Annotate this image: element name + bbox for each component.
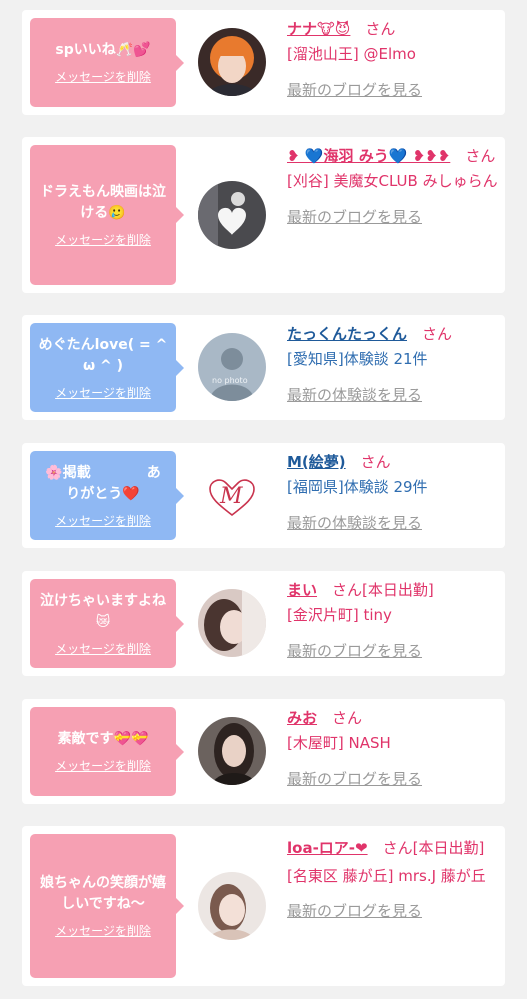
- message-card: 泣けちゃいますよね😿 メッセージを削除 まい さん[本日出勤] [金沢片町] t…: [22, 571, 505, 676]
- message-text: 素敵です💝💝: [57, 731, 149, 747]
- svg-text:M: M: [219, 484, 243, 509]
- avatar[interactable]: [198, 872, 266, 940]
- message-card: ドラえもん映画は泣ける🥲 メッセージを削除 ❥ 💙海羽 みう💙 ❥❥❥ さん […: [22, 137, 505, 293]
- message-text: ドラえもん映画は泣ける🥲: [40, 184, 166, 221]
- message-bubble: めぐたんlove( = ^ ω ^ ) メッセージを削除: [30, 323, 184, 412]
- shop-info: [木屋町] NASH: [287, 734, 391, 752]
- girl-info: まい さん[本日出勤] [金沢片町] tiny 最新のブログを見る: [287, 578, 499, 664]
- girl-name-link[interactable]: みお: [287, 709, 317, 727]
- latest-blog-link[interactable]: 最新のブログを見る: [287, 639, 499, 664]
- message-card: spいいね🥂💕 メッセージを削除 ナナ🐮😈 さん [溜池山王] @Elmo 最新…: [22, 10, 505, 115]
- reviewer-name-link[interactable]: M(絵夢): [287, 453, 346, 471]
- name-suffix: さん: [360, 453, 391, 471]
- delete-message-link[interactable]: メッセージを削除: [55, 386, 151, 401]
- girl-info: ナナ🐮😈 さん [溜池山王] @Elmo 最新のブログを見る: [287, 17, 499, 103]
- delete-message-link[interactable]: メッセージを削除: [55, 233, 151, 248]
- message-text: 泣けちゃいますよね😿: [40, 592, 166, 630]
- latest-review-link[interactable]: 最新の体験談を見る: [287, 383, 499, 408]
- name-suffix: さん: [465, 147, 496, 165]
- review-info-line: [愛知県]体験談 21件: [287, 350, 428, 368]
- message-text: spいいね🥂💕: [55, 42, 151, 58]
- name-suffix: さん: [422, 325, 453, 343]
- review-info-line: [福岡県]体験談 29件: [287, 478, 428, 496]
- review-info: たっくんたっくん さん [愛知県]体験談 21件 最新の体験談を見る: [287, 322, 499, 408]
- shop-info: [刈谷] 美魔女CLUB みしゅらん: [287, 172, 498, 190]
- latest-blog-link[interactable]: 最新のブログを見る: [287, 78, 499, 103]
- girl-name-link[interactable]: ❥ 💙海羽 みう💙 ❥❥❥: [287, 147, 450, 165]
- no-photo-label: no photo: [212, 376, 248, 385]
- latest-review-link[interactable]: 最新の体験談を見る: [287, 511, 499, 536]
- avatar[interactable]: [198, 28, 266, 96]
- delete-message-link[interactable]: メッセージを削除: [55, 70, 151, 85]
- avatar[interactable]: no photo: [198, 333, 266, 401]
- delete-message-link[interactable]: メッセージを削除: [55, 924, 151, 939]
- message-card: 娘ちゃんの笑顔が嬉しいですね〜 メッセージを削除 loa-ロア-❤ さん[本日出…: [22, 826, 505, 986]
- message-bubble: 娘ちゃんの笑顔が嬉しいですね〜 メッセージを削除: [30, 834, 184, 978]
- working-today-tag: [本日出勤]: [412, 839, 485, 857]
- girl-info: loa-ロア-❤ さん[本日出勤] [名東区 藤が丘] mrs.J 藤が丘 最新…: [287, 836, 499, 924]
- delete-message-link[interactable]: メッセージを削除: [55, 759, 151, 774]
- avatar[interactable]: [198, 717, 266, 785]
- latest-blog-link[interactable]: 最新のブログを見る: [287, 205, 499, 230]
- name-suffix: さん: [382, 839, 413, 857]
- message-text: 娘ちゃんの笑顔が嬉しいですね〜: [40, 875, 166, 912]
- reviewer-name-link[interactable]: たっくんたっくん: [287, 325, 407, 343]
- avatar[interactable]: M: [198, 461, 266, 529]
- name-suffix: さん: [332, 581, 363, 599]
- working-today-tag: [本日出勤]: [362, 581, 434, 599]
- message-bubble: 泣けちゃいますよね😿 メッセージを削除: [30, 579, 184, 668]
- message-card: めぐたんlove( = ^ ω ^ ) メッセージを削除 no photo たっ…: [22, 315, 505, 420]
- avatar[interactable]: [198, 589, 266, 657]
- message-card: 🌸掲載 あ りがとう❤️ メッセージを削除 M M(絵夢) さん [福岡県]体験…: [22, 443, 505, 548]
- delete-message-link[interactable]: メッセージを削除: [55, 642, 151, 657]
- message-card: 素敵です💝💝 メッセージを削除 みお さん [木屋町] NASH 最新のブログを…: [22, 699, 505, 804]
- message-bubble: spいいね🥂💕 メッセージを削除: [30, 18, 184, 107]
- message-text: 🌸掲載 あ りがとう❤️: [45, 464, 161, 502]
- message-bubble: ドラえもん映画は泣ける🥲 メッセージを削除: [30, 145, 184, 285]
- girl-name-link[interactable]: ナナ🐮😈: [287, 20, 350, 38]
- girl-name-link[interactable]: loa-ロア-❤: [287, 839, 368, 857]
- shop-info: [名東区 藤が丘] mrs.J 藤が丘: [287, 867, 486, 885]
- latest-blog-link[interactable]: 最新のブログを見る: [287, 899, 499, 924]
- shop-info: [溜池山王] @Elmo: [287, 45, 416, 63]
- avatar[interactable]: [198, 181, 266, 249]
- message-bubble: 🌸掲載 あ りがとう❤️ メッセージを削除: [30, 451, 184, 540]
- review-info: M(絵夢) さん [福岡県]体験談 29件 最新の体験談を見る: [287, 450, 499, 536]
- name-suffix: さん: [365, 20, 396, 38]
- message-bubble: 素敵です💝💝 メッセージを削除: [30, 707, 184, 796]
- shop-info: [金沢片町] tiny: [287, 606, 392, 624]
- girl-info: みお さん [木屋町] NASH 最新のブログを見る: [287, 706, 499, 792]
- girl-info: ❥ 💙海羽 みう💙 ❥❥❥ さん [刈谷] 美魔女CLUB みしゅらん 最新のブ…: [287, 144, 499, 230]
- girl-name-link[interactable]: まい: [287, 581, 317, 599]
- latest-blog-link[interactable]: 最新のブログを見る: [287, 767, 499, 792]
- delete-message-link[interactable]: メッセージを削除: [55, 514, 151, 529]
- name-suffix: さん: [332, 709, 363, 727]
- message-text: めぐたんlove( = ^ ω ^ ): [38, 336, 168, 374]
